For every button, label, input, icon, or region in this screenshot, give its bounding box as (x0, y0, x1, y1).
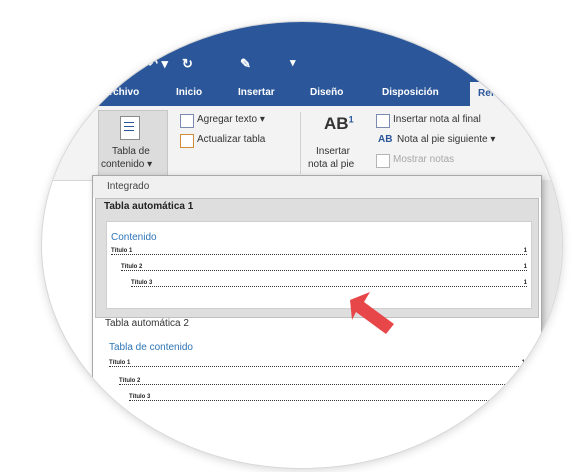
toc-preview-row: Título 3 1 (129, 394, 525, 401)
toc-preview-row: Título 3 1 (131, 280, 527, 287)
redo-icon[interactable]: ↻ (182, 56, 193, 72)
table-of-contents-icon (120, 116, 140, 140)
next-footnote-icon: AB (378, 134, 393, 145)
tab-insertar[interactable]: Insertar (238, 87, 275, 98)
magnifier-lens: 🖫 ↶ ▾ ↻ ✎ ▾ Archivo Inicio Insertar Dise… (42, 22, 562, 468)
toc-preview-row: Título 2 1 (121, 264, 527, 271)
insert-endnote-icon (376, 114, 390, 128)
toc-preview-heading: Tabla de contenido (109, 342, 193, 353)
pen-icon[interactable]: ✎ (240, 56, 251, 72)
insert-endnote-button[interactable]: Insertar nota al final (393, 114, 481, 125)
toc-preview-row: Título 2 1 (119, 378, 525, 385)
update-table-icon (180, 134, 194, 148)
document-area (540, 180, 562, 468)
toc-option-automatic-1[interactable]: Tabla automática 1 Contenido Título 1 1 … (95, 198, 539, 318)
customize-icon[interactable]: ▾ (290, 56, 296, 69)
toc-option-manual[interactable]: Tabla manual (105, 434, 164, 445)
toc-preview-row: Título 1 1 (111, 248, 527, 255)
toc-button-label-1: Tabla de (112, 146, 150, 157)
toc-option-title: Tabla automática 1 (104, 201, 194, 212)
toc-preview: Contenido Título 1 1 Título 2 1 Título 3 (106, 221, 532, 309)
pointer-arrow-icon (350, 292, 394, 334)
toc-preview-row: Título 1 1 (109, 360, 525, 367)
toc-button-label-2: contenido ▾ (101, 159, 153, 170)
toc-option-automatic-2[interactable]: Tabla de contenido Título 1 1 Título 2 1… (105, 336, 529, 416)
insert-footnote-icon: AB1 (324, 114, 354, 133)
table-of-contents-gallery: Integrado Tabla automática 1 Contenido T… (92, 175, 542, 468)
add-text-button[interactable]: Agregar texto ▾ (197, 114, 265, 125)
toc-option-title[interactable]: Tabla automática 2 (105, 318, 189, 329)
tab-archivo[interactable]: Archivo (102, 87, 139, 98)
show-notes-button[interactable]: Mostrar notas (393, 154, 454, 165)
insert-citation-button-partial[interactable]: Inse (553, 182, 562, 192)
tab-disposicion[interactable]: Disposición (382, 87, 439, 98)
title-bar: 🖫 ↶ ▾ ↻ ✎ ▾ (42, 22, 562, 82)
tab-referencias[interactable]: Refe (470, 82, 508, 106)
show-notes-icon (376, 154, 390, 168)
update-table-button[interactable]: Actualizar tabla (197, 134, 265, 145)
ribbon-tabs: Archivo Inicio Insertar Diseño Disposici… (42, 82, 562, 106)
save-icon[interactable]: 🖫 (116, 56, 127, 78)
insert-footnote-label-1[interactable]: Insertar (316, 146, 350, 157)
next-footnote-button[interactable]: Nota al pie siguiente ▾ (397, 134, 495, 145)
insert-footnote-label-2[interactable]: nota al pie (308, 159, 354, 170)
undo-icon[interactable]: ↶ ▾ (147, 56, 168, 72)
tab-inicio[interactable]: Inicio (176, 87, 202, 98)
group-separator (300, 112, 301, 174)
add-text-icon (180, 114, 194, 128)
gallery-section-integrado: Integrado (93, 176, 541, 198)
tab-diseno[interactable]: Diseño (310, 87, 343, 98)
toc-preview-heading: Contenido (111, 232, 157, 243)
